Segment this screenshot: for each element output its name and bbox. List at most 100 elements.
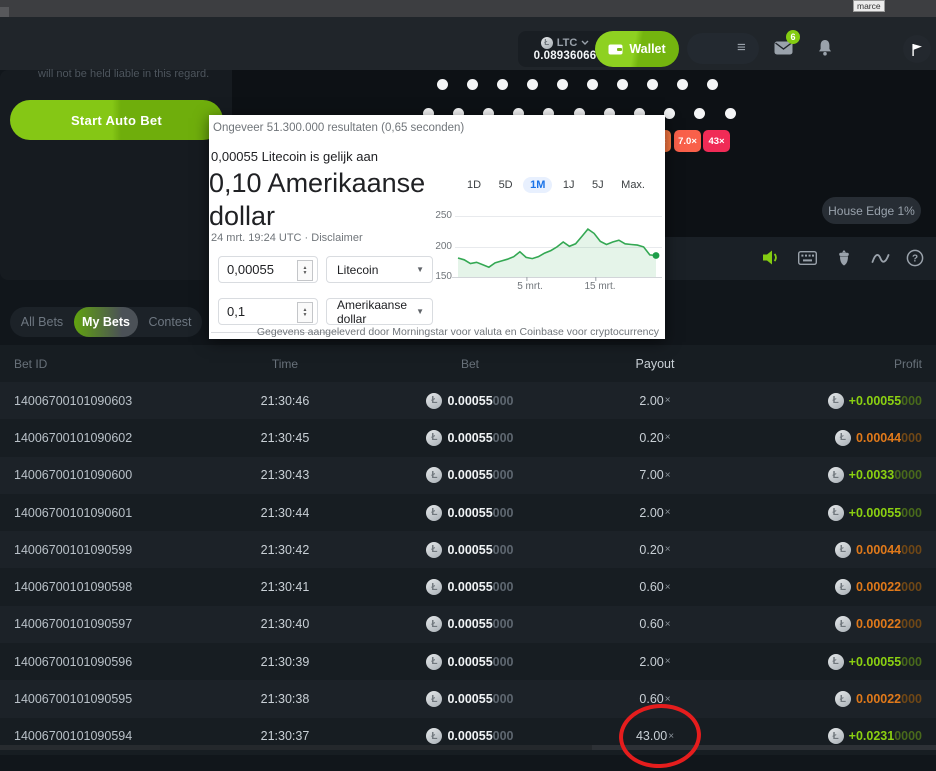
ltc-coin-icon: Ł <box>828 393 844 409</box>
plinko-peg <box>527 79 538 90</box>
amount-to-input[interactable]: 0,1 ▲▼ <box>218 298 318 325</box>
stepper-control[interactable]: ▲▼ <box>297 260 313 281</box>
bet-amount-main: 0.00055 <box>447 692 492 706</box>
bet-amount: Ł0.00055000 <box>400 643 540 680</box>
profit-main: +0.00055 <box>849 655 901 669</box>
wallet-label: Wallet <box>629 42 665 56</box>
chart-range-1j[interactable]: 1J <box>556 177 582 193</box>
column-header-bet: Bet <box>400 345 540 382</box>
chart-range-1m[interactable]: 1M <box>523 177 552 193</box>
table-row[interactable]: 14006700101090599 21:30:42 Ł0.00055000 0… <box>0 531 936 568</box>
chart-range-5d[interactable]: 5D <box>492 177 520 193</box>
table-header: Bet IDTimeBetPayoutProfit <box>0 345 936 382</box>
bet-amount-main: 0.00055 <box>447 729 492 743</box>
bet-payout: 0.60× <box>585 606 725 643</box>
menu-icon[interactable]: ≡ <box>737 38 746 58</box>
bell-icon <box>817 39 833 57</box>
multiplier-badge[interactable]: 7.0× <box>674 130 701 152</box>
bet-amount: Ł0.00055000 <box>400 494 540 531</box>
start-auto-bet-button[interactable]: Start Auto Bet <box>10 100 223 140</box>
bet-id: 14006700101090595 <box>14 680 132 717</box>
payout-multiplier-symbol: × <box>665 470 671 481</box>
bet-amount-trailing: 000 <box>493 729 514 743</box>
bet-time: 21:30:40 <box>235 606 335 643</box>
keyboard-icon <box>798 251 817 265</box>
payout-value: 2.00 <box>639 655 663 669</box>
bet-amount-trailing: 000 <box>493 692 514 706</box>
bet-amount-main: 0.00055 <box>447 468 492 482</box>
notifications-button[interactable] <box>817 39 833 62</box>
bet-payout: 2.00× <box>585 382 725 419</box>
chart-range-tabs: 1D5D1M1J5JMax. <box>460 176 652 194</box>
bet-payout: 0.20× <box>585 531 725 568</box>
ltc-coin-icon: Ł <box>426 542 442 558</box>
bet-time: 21:30:41 <box>235 568 335 605</box>
live-stats-button[interactable] <box>871 252 890 270</box>
bet-profit: Ł0.00044000 <box>835 419 922 456</box>
currency-to-select[interactable]: Amerikaanse dollar ▼ <box>326 298 433 325</box>
bottom-strip-segment <box>0 745 160 750</box>
profit-main: 0.00044 <box>856 431 901 445</box>
bet-id: 14006700101090599 <box>14 531 132 568</box>
search-results-stat: Ongeveer 51.300.000 resultaten (0,65 sec… <box>213 122 464 134</box>
svg-text:?: ? <box>912 254 918 265</box>
table-row[interactable]: 14006700101090595 21:30:38 Ł0.00055000 0… <box>0 680 936 717</box>
data-attribution: Gegevens aangeleverd door Morningstar vo… <box>257 326 659 338</box>
profit-trailing: 000 <box>901 692 922 706</box>
help-button[interactable]: ? <box>906 249 924 272</box>
table-row[interactable]: 14006700101090602 21:30:45 Ł0.00055000 0… <box>0 419 936 456</box>
tab-contest[interactable]: Contest <box>138 307 202 337</box>
plinko-peg <box>725 108 736 119</box>
ltc-coin-icon: Ł <box>426 728 442 744</box>
wallet-icon <box>608 43 623 55</box>
table-row[interactable]: 14006700101090597 21:30:40 Ł0.00055000 0… <box>0 606 936 643</box>
bet-payout: 2.00× <box>585 494 725 531</box>
bet-amount: Ł0.00055000 <box>400 568 540 605</box>
table-row[interactable]: 14006700101090596 21:30:39 Ł0.00055000 2… <box>0 643 936 680</box>
plinko-peg <box>467 79 478 90</box>
multiplier-badge[interactable]: 43× <box>703 130 730 152</box>
currency-from-select[interactable]: Litecoin ▼ <box>326 256 433 283</box>
chart-range-1d[interactable]: 1D <box>460 177 488 193</box>
bet-profit: Ł+0.00055000 <box>828 494 922 531</box>
browser-profile-label[interactable]: marce <box>853 0 885 12</box>
profit-trailing: 000 <box>901 394 922 408</box>
bet-id: 14006700101090597 <box>14 606 132 643</box>
table-row[interactable]: 14006700101090600 21:30:43 Ł0.00055000 7… <box>0 457 936 494</box>
table-row[interactable]: 14006700101090598 21:30:41 Ł0.00055000 0… <box>0 568 936 605</box>
fairness-seed-button[interactable] <box>836 249 852 272</box>
flag-icon <box>910 42 925 57</box>
house-edge-badge: House Edge 1% <box>822 197 921 224</box>
bets-tabs: All BetsMy BetsContest <box>10 307 202 337</box>
ltc-coin-icon: Ł <box>828 467 844 483</box>
stepper-control[interactable]: ▲▼ <box>297 302 313 323</box>
bet-payout: 0.60× <box>585 568 725 605</box>
mail-button[interactable] <box>774 41 793 60</box>
tab-all-bets[interactable]: All Bets <box>10 307 74 337</box>
balance-value: 0.08936066 <box>534 50 597 62</box>
profit-main: 0.00022 <box>856 580 901 594</box>
conversion-timestamp: 24 mrt. 19:24 UTC · Disclaimer <box>211 232 363 244</box>
bet-amount-main: 0.00055 <box>447 655 492 669</box>
bet-amount-trailing: 000 <box>493 431 514 445</box>
table-row[interactable]: 14006700101090601 21:30:44 Ł0.00055000 2… <box>0 494 936 531</box>
bet-amount-main: 0.00055 <box>447 543 492 557</box>
amount-from-value: 0,00055 <box>227 262 274 277</box>
chart-range-max[interactable]: Max. <box>614 177 652 193</box>
disclaimer-link[interactable]: Disclaimer <box>311 232 362 244</box>
bet-profit: Ł+0.00055000 <box>828 382 922 419</box>
currency-to-value: Amerikaanse dollar <box>337 298 416 326</box>
bet-id: 14006700101090598 <box>14 568 132 605</box>
sound-button[interactable] <box>762 249 781 271</box>
bet-time: 21:30:43 <box>235 457 335 494</box>
hotkeys-button[interactable] <box>798 251 817 270</box>
chart-range-5j[interactable]: 5J <box>585 177 611 193</box>
tab-my-bets[interactable]: My Bets <box>74 307 138 337</box>
avatar[interactable] <box>690 35 717 62</box>
table-row[interactable]: 14006700101090603 21:30:46 Ł0.00055000 2… <box>0 382 936 419</box>
amount-to-value: 0,1 <box>227 304 245 319</box>
payout-multiplier-symbol: × <box>665 395 671 406</box>
browser-action-button[interactable] <box>903 35 931 63</box>
amount-from-input[interactable]: 0,00055 ▲▼ <box>218 256 318 283</box>
wallet-button[interactable]: Wallet <box>595 31 679 67</box>
